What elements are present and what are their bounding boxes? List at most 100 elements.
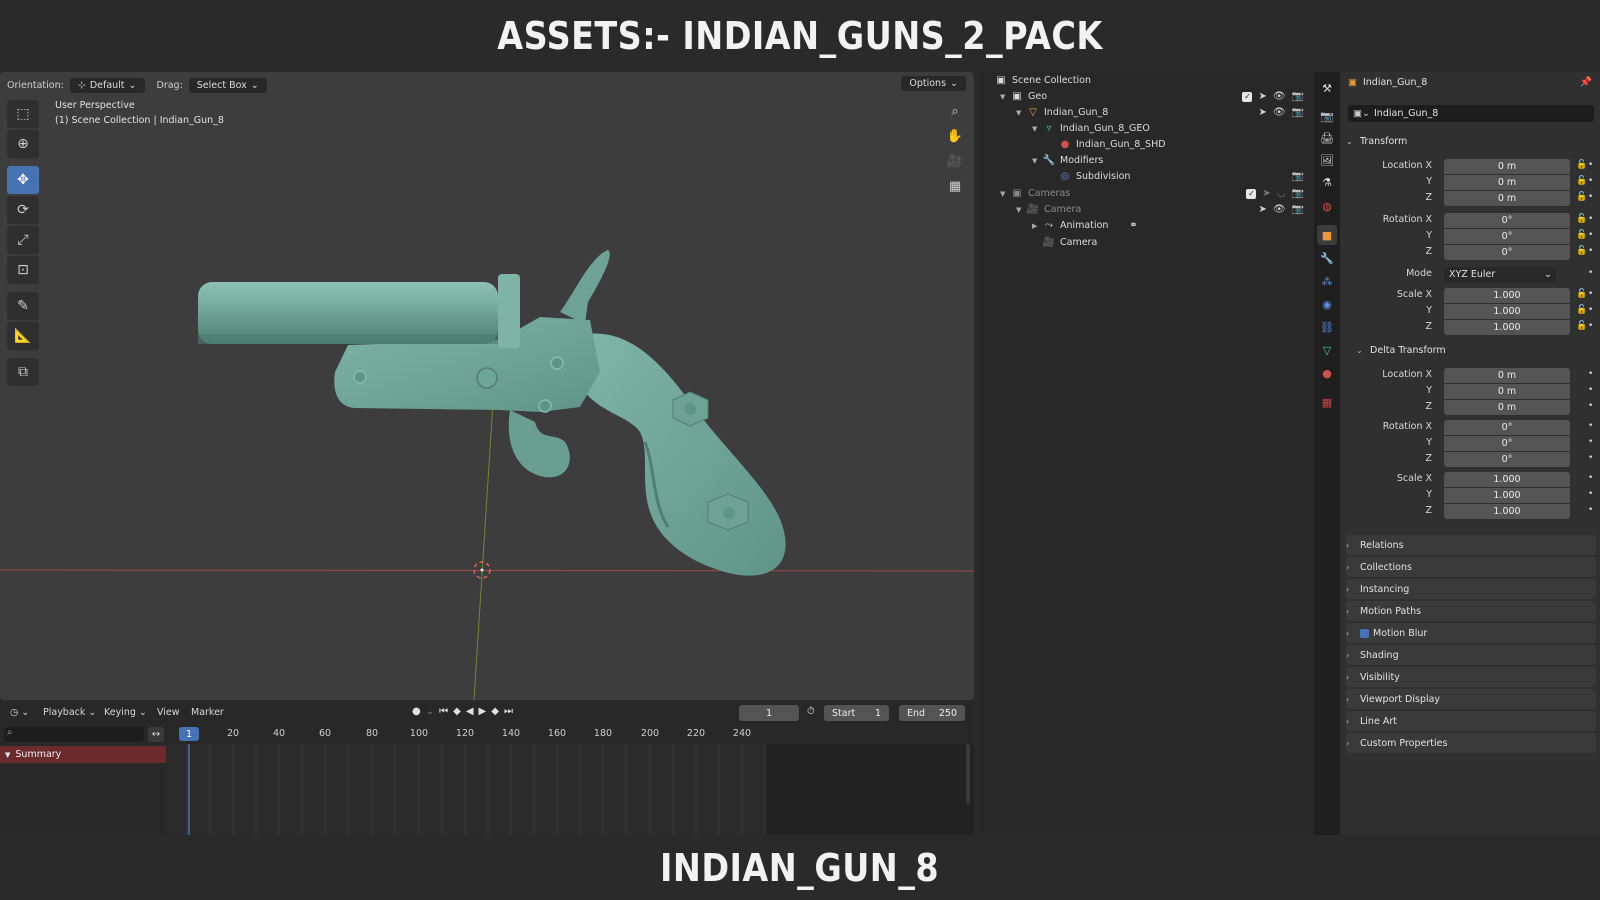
editor-type-dropdown[interactable]: ◷ ⌄	[10, 707, 29, 718]
keyframe-dot-icon[interactable]: •	[1588, 321, 1593, 331]
render-camera-icon[interactable]: 📷	[1292, 107, 1304, 118]
motion-blur-checkbox[interactable]	[1360, 628, 1369, 638]
texture-tab-icon[interactable]: ▦	[1317, 392, 1337, 412]
end-frame-field[interactable]: End 250	[899, 705, 965, 721]
location-x-field[interactable]: 0 m	[1444, 159, 1570, 174]
panel-viewport-display[interactable]: › Viewport Display	[1346, 689, 1596, 709]
lock-icon[interactable]: 🔓	[1576, 214, 1587, 224]
stopwatch-icon[interactable]: ⏱	[807, 706, 815, 717]
pin-icon[interactable]: 📌	[1580, 77, 1592, 88]
lock-icon[interactable]: 🔓	[1576, 305, 1587, 315]
panel-motion-blur[interactable]: › Motion Blur	[1346, 623, 1596, 643]
panel-line-art[interactable]: › Line Art	[1346, 711, 1596, 731]
keyframe-dot-icon[interactable]: •	[1588, 421, 1593, 431]
keyframe-dot-icon[interactable]: •	[1588, 473, 1593, 483]
grid-toggle-icon[interactable]: ▦	[944, 175, 966, 197]
playback-menu[interactable]: Playback ⌄	[43, 707, 96, 718]
expand-triangle-icon[interactable]: ▼	[1032, 125, 1042, 133]
exclude-checkbox[interactable]: ✓	[1246, 188, 1257, 199]
constraints-tab-icon[interactable]: ⛓	[1317, 317, 1337, 337]
orientation-dropdown[interactable]: ⊹ Default ⌄	[69, 77, 145, 93]
delta-location-y-field[interactable]: 0 m	[1444, 384, 1570, 399]
keyframe-dot-icon[interactable]: •	[1588, 369, 1593, 379]
panel-custom-properties[interactable]: › Custom Properties	[1346, 733, 1596, 753]
eye-icon[interactable]: 👁	[1273, 204, 1286, 215]
eye-closed-icon[interactable]: ◡	[1277, 188, 1286, 199]
delta-location-x-field[interactable]: 0 m	[1444, 368, 1570, 383]
keyframe-dot-icon[interactable]: •	[1588, 289, 1593, 299]
pan-hand-icon[interactable]: ✋	[944, 125, 966, 147]
panel-shading[interactable]: › Shading	[1346, 645, 1596, 665]
timeline-editor[interactable]: ◷ ⌄ Playback ⌄ Keying ⌄ View Marker ● ⌄ …	[0, 702, 974, 835]
lock-icon[interactable]: 🔓	[1576, 176, 1587, 186]
summary-channel[interactable]: ▼ Summary	[0, 746, 166, 763]
current-frame-field[interactable]: 1	[739, 705, 799, 721]
select-box-tool-icon[interactable]: ⬚	[7, 100, 39, 128]
data-tab-icon[interactable]: ▽	[1317, 340, 1337, 360]
zoom-icon[interactable]: ⌕	[944, 100, 966, 122]
properties-editor[interactable]: ▣ Indian_Gun_8 📌 ▣⌄ Indian_Gun_8 ⌄ Trans…	[1340, 72, 1600, 835]
keyframe-dot-icon[interactable]: •	[1588, 268, 1593, 278]
keyframe-dot-icon[interactable]: •	[1588, 176, 1593, 186]
location-y-field[interactable]: 0 m	[1444, 175, 1570, 190]
3d-viewport[interactable]: Orientation: ⊹ Default ⌄ Drag: Select Bo…	[0, 72, 974, 700]
lock-icon[interactable]: 🔓	[1576, 289, 1587, 299]
render-camera-icon[interactable]: 📷	[1292, 188, 1304, 199]
start-frame-field[interactable]: Start 1	[824, 705, 889, 721]
drag-dropdown[interactable]: Select Box ⌄	[188, 77, 267, 93]
options-dropdown[interactable]: Options ⌄	[901, 76, 966, 91]
delta-scale-z-field[interactable]: 1.000	[1444, 504, 1570, 519]
object-name-field[interactable]: ▣⌄ Indian_Gun_8	[1348, 105, 1594, 122]
scale-z-field[interactable]: 1.000	[1444, 320, 1570, 335]
keyframe-dot-icon[interactable]: •	[1588, 437, 1593, 447]
panel-motion-paths[interactable]: › Motion Paths	[1346, 601, 1596, 621]
expand-triangle-icon[interactable]: ▼	[1000, 93, 1010, 101]
swap-icon[interactable]: ↔	[148, 727, 164, 742]
material-tab-icon[interactable]: ●	[1317, 363, 1337, 383]
panel-instancing[interactable]: › Instancing	[1346, 579, 1596, 599]
lock-icon[interactable]: 🔓	[1576, 246, 1587, 256]
outliner-row-camera-object[interactable]: ▼ 🎥 Camera ➤ 👁 📷	[1016, 201, 1304, 218]
outliner-row-geo[interactable]: ▼ ▣ Geo ✓ ➤ 👁 📷	[1000, 88, 1304, 105]
rotation-x-field[interactable]: 0°	[1444, 213, 1570, 228]
lock-icon[interactable]: 🔓	[1576, 321, 1587, 331]
lock-icon[interactable]: 🔓	[1576, 160, 1587, 170]
marker-menu[interactable]: Marker	[191, 707, 224, 718]
camera-view-icon[interactable]: 🎥	[944, 150, 966, 172]
keyframe-dot-icon[interactable]: •	[1588, 385, 1593, 395]
add-cube-tool-icon[interactable]: ⧉	[7, 358, 39, 386]
delta-rotation-y-field[interactable]: 0°	[1444, 436, 1570, 451]
outliner-row-animation[interactable]: ▶ ⤳ Animation ⚭	[1032, 217, 1144, 234]
channel-search-input[interactable]: ⌕	[4, 727, 144, 742]
world-tab-icon[interactable]: ◍	[1317, 196, 1337, 216]
transform-tool-icon[interactable]: ⊡	[7, 256, 39, 284]
delta-rotation-x-field[interactable]: 0°	[1444, 420, 1570, 435]
delta-rotation-z-field[interactable]: 0°	[1444, 452, 1570, 467]
tool-tab-icon[interactable]: ⚒	[1317, 78, 1337, 98]
render-camera-icon[interactable]: 📷	[1292, 204, 1304, 215]
keyframe-dot-icon[interactable]: •	[1588, 453, 1593, 463]
panel-collections[interactable]: › Collections	[1346, 557, 1596, 577]
keyframe-dot-icon[interactable]: •	[1588, 214, 1593, 224]
physics-tab-icon[interactable]: ◉	[1317, 294, 1337, 314]
scale-y-field[interactable]: 1.000	[1444, 304, 1570, 319]
expand-triangle-icon[interactable]: ▼	[1000, 190, 1010, 198]
view-menu[interactable]: View	[157, 707, 180, 718]
render-camera-icon[interactable]: 📷	[1292, 91, 1304, 102]
rotation-z-field[interactable]: 0°	[1444, 245, 1570, 260]
eye-icon[interactable]: 👁	[1273, 91, 1286, 102]
selectable-arrow-icon[interactable]: ➤	[1262, 188, 1270, 199]
scale-tool-icon[interactable]: ⤢	[7, 226, 39, 254]
eye-icon[interactable]: 👁	[1273, 107, 1286, 118]
rotation-mode-dropdown[interactable]: XYZ Euler ⌄	[1444, 267, 1556, 282]
modifier-tab-icon[interactable]: 🔧	[1317, 248, 1337, 268]
record-icon[interactable]: ●	[412, 706, 421, 717]
keying-menu[interactable]: Keying ⌄	[104, 707, 147, 718]
outliner-row-mesh[interactable]: ▼ ▿ Indian_Gun_8_GEO	[1032, 120, 1150, 137]
output-tab-icon[interactable]: 🖨	[1317, 128, 1337, 148]
expand-triangle-icon[interactable]: ▼	[1016, 109, 1026, 117]
jump-start-icon[interactable]: ⏮	[439, 706, 448, 717]
cursor-tool-icon[interactable]: ⊕	[7, 130, 39, 158]
scene-collection-row[interactable]: ▣ Scene Collection	[994, 72, 1091, 89]
move-tool-icon[interactable]: ✥	[7, 166, 39, 194]
